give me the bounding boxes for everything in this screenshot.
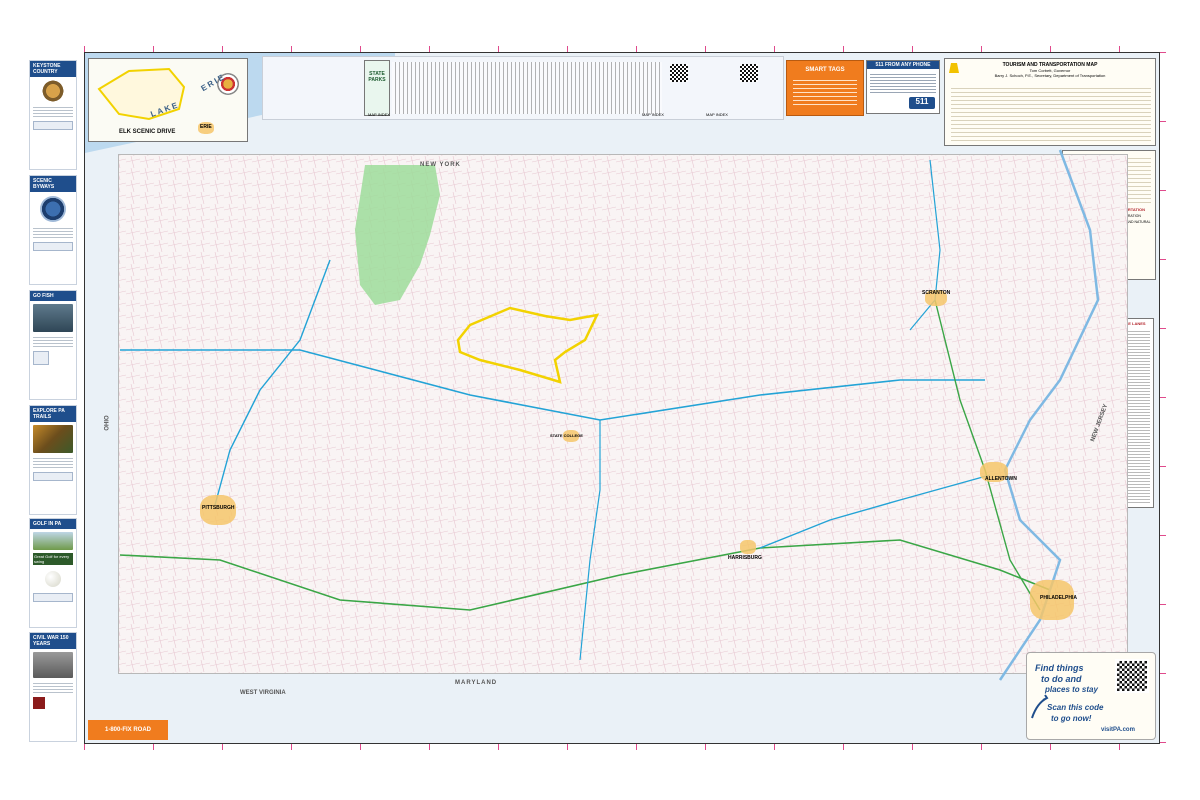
state-label-new-york: NEW YORK — [420, 162, 461, 168]
promo-line1: Find things — [1035, 663, 1084, 673]
city-label: ERIE — [200, 124, 212, 130]
qr-code-icon[interactable] — [1115, 659, 1149, 693]
promo-line5: to go now! — [1051, 714, 1092, 723]
state-label-maryland: MARYLAND — [455, 680, 498, 686]
visitpa-promo[interactable]: Find things to do and places to stay Sca… — [1026, 652, 1156, 740]
arrow-icon — [1031, 694, 1049, 719]
city-label: SCRANTON — [922, 290, 951, 296]
minor-roads — [119, 155, 1127, 673]
road-network — [119, 149, 1127, 681]
city-harrisburg — [740, 540, 756, 554]
state-label-west-virginia: WEST VIRGINIA — [240, 690, 286, 696]
city-label: ALLENTOWN — [985, 476, 1017, 482]
promo-line2: to do and — [1041, 674, 1082, 684]
state-label-ohio: OHIO — [104, 415, 111, 431]
city-label: PHILADELPHIA — [1040, 595, 1077, 601]
promo-site: visitPA.com — [1101, 727, 1135, 733]
fix-road-banner: 1-800-FIX ROAD — [88, 720, 168, 740]
city-label: HARRISBURG — [728, 555, 762, 561]
city-label: STATE COLLEGE — [550, 433, 583, 438]
fix-road-headline: 1-800-FIX ROAD — [104, 727, 151, 733]
city-label: PITTSBURGH — [202, 505, 235, 511]
